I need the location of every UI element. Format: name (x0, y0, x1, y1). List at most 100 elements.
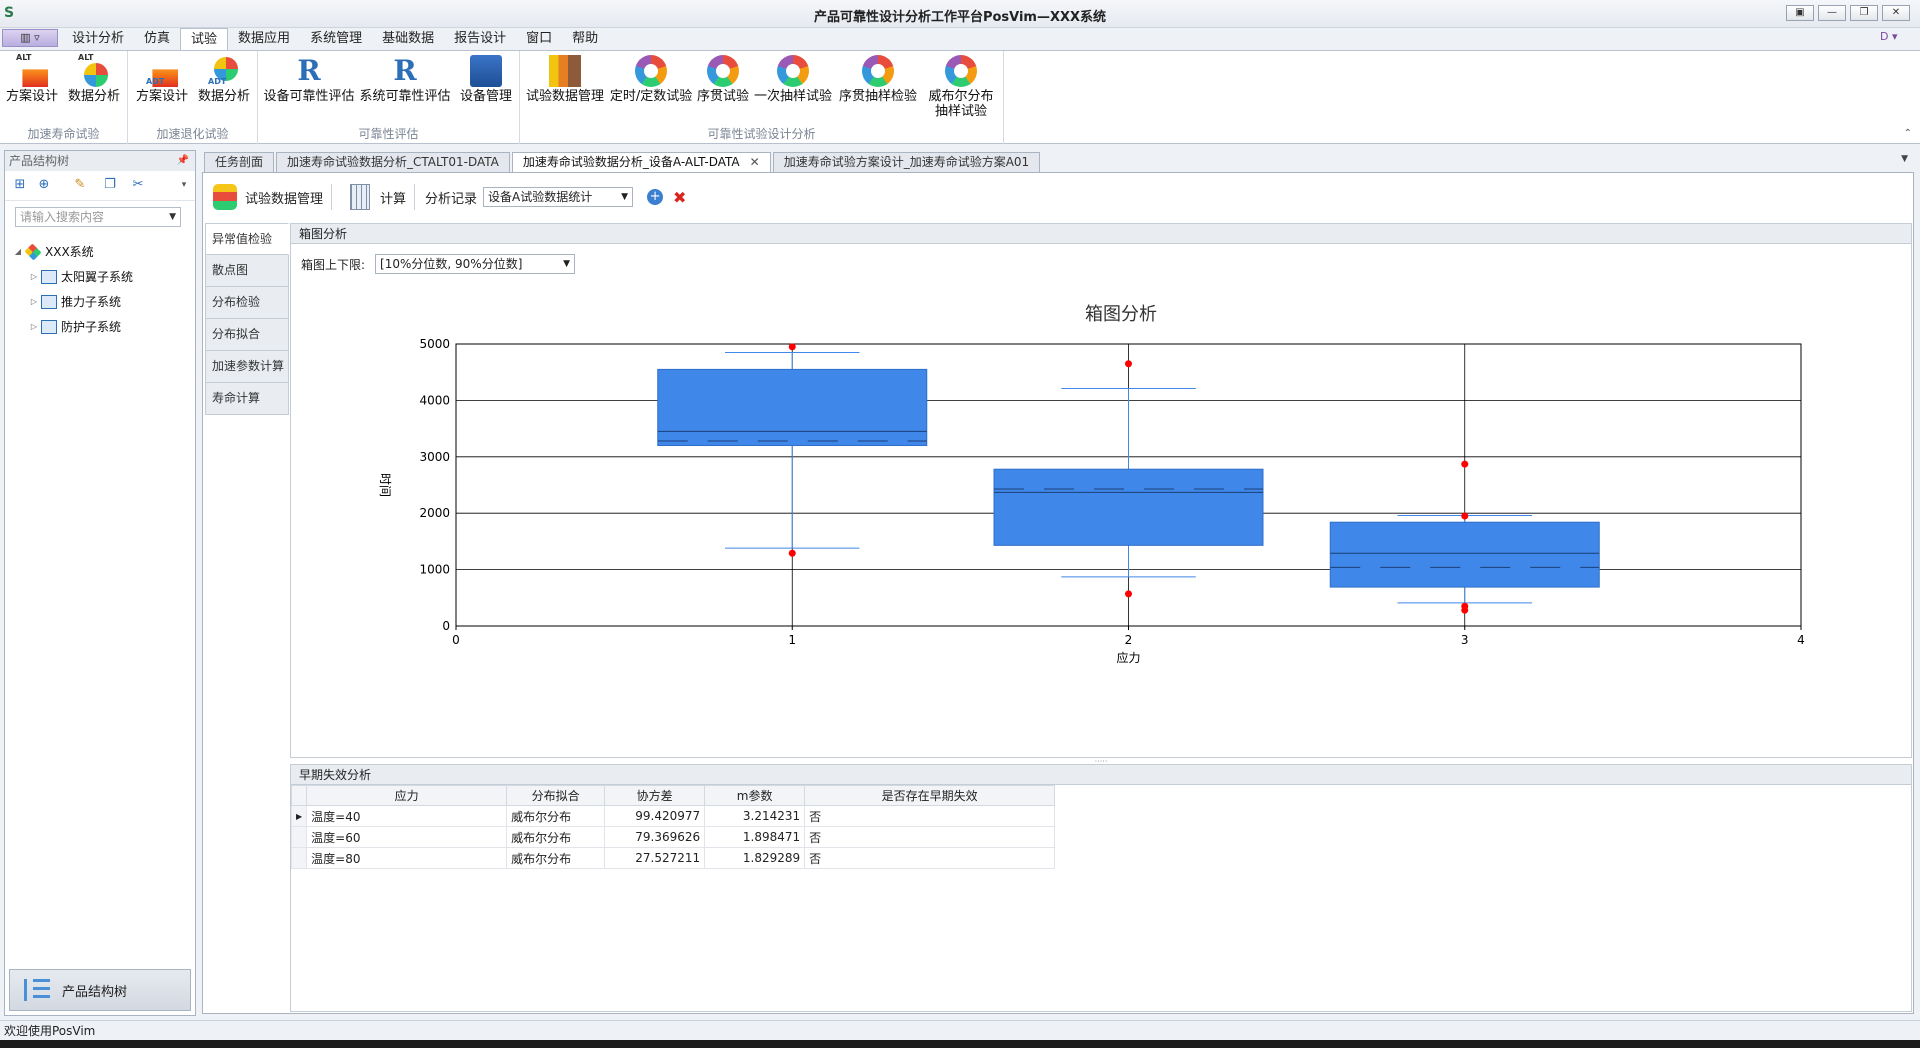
ribbon-group-title: 可靠性评估 (358, 127, 419, 141)
toolbar-separator (331, 184, 333, 210)
tree-node-root[interactable]: ◢ XXX系统 (11, 239, 133, 264)
y-tick-label: 1000 (419, 563, 450, 577)
menu-tab-design-analysis[interactable]: 设计分析 (62, 28, 134, 50)
tree-search-input[interactable]: 请输入搜索内容 ▼ (15, 207, 181, 227)
tab-mission-profile[interactable]: 任务剖面 (204, 152, 275, 172)
product-structure-tree-button[interactable]: 产品结构树 (9, 969, 191, 1011)
vtab-scatter-plot[interactable]: 散点图 (205, 255, 289, 287)
copy-icon[interactable]: ❐ (101, 177, 119, 193)
collapse-arrow-icon[interactable]: ◢ (11, 247, 25, 256)
outlier-point (1461, 512, 1469, 520)
device-management-button[interactable]: 设备管理 (458, 53, 514, 104)
menu-tab-simulation[interactable]: 仿真 (134, 28, 180, 50)
menu-tab-system-management[interactable]: 系统管理 (300, 28, 372, 50)
sequential-sampling-inspection-button[interactable]: 序贯抽样检验 (838, 53, 918, 104)
ribbon-collapse-icon[interactable]: ⌃ (1904, 128, 1912, 139)
expand-arrow-icon[interactable]: ▷ (27, 297, 41, 306)
chevron-down-icon[interactable]: ▼ (169, 208, 176, 226)
edit-icon[interactable]: ✎ (71, 177, 89, 193)
cut-icon[interactable]: ✂ (129, 177, 147, 193)
tab-alt-plan-a01[interactable]: 加速寿命试验方案设计_加速寿命试验方案A01 (772, 152, 1041, 172)
add-record-icon[interactable]: + (647, 189, 664, 205)
panel-title: 产品结构树 (9, 154, 70, 168)
weibull-sampling-test-button[interactable]: 威布尔分布 抽样试验 (924, 53, 998, 119)
product-tree: ◢ XXX系统 ▷ 太阳翼子系统 ▷ 推力子系统 ▷ 防护子系统 (11, 239, 133, 339)
chevron-down-icon: ▼ (621, 192, 629, 202)
single-sampling-test-button[interactable]: 一次抽样试验 (754, 53, 832, 104)
x-tick-label: 2 (1125, 633, 1133, 647)
test-data-management-button[interactable]: 试验数据管理 (526, 53, 604, 104)
sequential-test-icon (707, 55, 739, 87)
boxplot-limit-select[interactable]: [10%分位数, 90%分位数] ▼ (375, 254, 576, 274)
close-tab-icon[interactable]: ✕ (750, 155, 760, 169)
ribbon-group-reliability-test-design: 试验数据管理 定时/定数试验 序贯试验 一次抽样试验 序贯抽样检验 威布尔分布 … (520, 51, 1004, 144)
delete-record-icon[interactable]: ✖ (673, 188, 686, 207)
tree-structure-icon (24, 979, 50, 1001)
outlier-point (1461, 606, 1469, 614)
tabs-dropdown-icon[interactable]: ▼ (1901, 154, 1908, 164)
boxplot-panel: 箱图分析 箱图上下限: [10%分位数, 90%分位数] ▼ 箱图分析 0 1000… (290, 223, 1912, 758)
minimize-button[interactable]: — (1818, 5, 1846, 21)
tree-node-solar-wing[interactable]: ▷ 太阳翼子系统 (11, 264, 133, 289)
adt-plan-design-button[interactable]: ADT 方案设计 (134, 53, 190, 104)
vtab-life-calculation[interactable]: 寿命计算 (205, 383, 289, 415)
menu-tab-basic-data[interactable]: 基础数据 (372, 28, 444, 50)
panel-header: 产品结构树 📌 (5, 151, 195, 171)
add-child-icon[interactable]: ⊕ (35, 177, 53, 193)
x-tick-label: 0 (452, 633, 460, 647)
column-header-distribution[interactable]: 分布拟合 (506, 785, 606, 806)
test-data-management-icon (549, 55, 581, 87)
expand-arrow-icon[interactable]: ▷ (27, 272, 41, 281)
alt-chart-icon: ALT (16, 53, 48, 87)
chevron-down-icon: ▼ (563, 259, 571, 269)
menu-tab-data-application[interactable]: 数据应用 (228, 28, 300, 50)
fixed-time-test-icon (635, 55, 667, 87)
sequential-test-button[interactable]: 序贯试验 (696, 53, 750, 104)
tree-toolbar: ⊞ ⊕ ✎ ❐ ✂ ▾ (5, 171, 195, 201)
tab-alt-analysis-device-a[interactable]: 加速寿命试验数据分析_设备A-ALT-DATA ✕ (511, 152, 771, 173)
reliability-r-icon: R (297, 54, 321, 87)
expand-arrow-icon[interactable]: ▷ (27, 322, 41, 331)
tree-node-protection[interactable]: ▷ 防护子系统 (11, 314, 133, 339)
system-reliability-evaluation-button[interactable]: R 系统可靠性评估 (360, 53, 451, 105)
adt-data-analysis-button[interactable]: ADT 数据分析 (194, 53, 254, 104)
calculate-button[interactable]: 计算 (380, 188, 406, 207)
vtab-outlier-test[interactable]: 异常值检验 (205, 223, 289, 255)
column-header-early-failure[interactable]: 是否存在早期失效 (804, 785, 1056, 806)
toolbar-separator (414, 184, 416, 210)
device-reliability-evaluation-button[interactable]: R 设备可靠性评估 (264, 53, 355, 105)
menu-tab-help[interactable]: 帮助 (562, 28, 608, 50)
toolbar-more-icon[interactable]: ▾ (175, 177, 193, 193)
column-header-m-param[interactable]: m参数 (704, 785, 806, 806)
user-avatar[interactable]: D ▾ (1880, 30, 1910, 48)
vtab-acceleration-params[interactable]: 加速参数计算 (205, 351, 289, 383)
table-row[interactable]: 温度=80 威布尔分布 27.527211 1.829289 否 (290, 847, 1056, 869)
vtab-distribution-fit[interactable]: 分布拟合 (205, 319, 289, 351)
close-button[interactable]: ✕ (1882, 5, 1910, 21)
document-area: 试验数据管理 计算 分析记录 设备A试验数据统计 ▼ + ✖ 异常值检验 散点图… (202, 172, 1914, 1014)
add-node-icon[interactable]: ⊞ (11, 177, 29, 193)
fixed-time-test-button[interactable]: 定时/定数试验 (610, 53, 692, 104)
app-menu-button[interactable]: ▥ ▿ (2, 29, 58, 47)
chart-title: 箱图分析 (1085, 304, 1157, 325)
column-header-stress[interactable]: 应力 (306, 785, 508, 806)
table-row[interactable]: ▶ 温度=40 威布尔分布 99.420977 3.214231 否 (290, 805, 1056, 827)
menu-tab-test[interactable]: 试验 (180, 28, 229, 50)
table-row[interactable]: 温度=60 威布尔分布 79.369626 1.898471 否 (290, 826, 1056, 848)
system-icon (24, 243, 42, 260)
tab-alt-analysis-ctalt01[interactable]: 加速寿命试验数据分析_CTALT01-DATA (276, 152, 510, 172)
pin-icon[interactable]: 📌 (177, 151, 189, 171)
menu-tab-window[interactable]: 窗口 (516, 28, 562, 50)
analysis-record-select[interactable]: 设备A试验数据统计 ▼ (483, 187, 634, 207)
menu-tab-report-design[interactable]: 报告设计 (444, 28, 516, 50)
vtab-distribution-test[interactable]: 分布检验 (205, 287, 289, 319)
alt-plan-design-button[interactable]: ALT 方案设计 (4, 53, 60, 104)
alt-data-analysis-button[interactable]: ALT 数据分析 (64, 53, 124, 104)
column-header-covariance[interactable]: 协方差 (604, 785, 706, 806)
test-data-management-link[interactable]: 试验数据管理 (245, 188, 323, 207)
fullscreen-button[interactable]: ▣ (1786, 5, 1814, 21)
tree-node-thrust[interactable]: ▷ 推力子系统 (11, 289, 133, 314)
restore-button[interactable]: ❐ (1850, 5, 1878, 21)
alt-analysis-icon: ALT (78, 53, 110, 87)
outlier-point (1125, 360, 1132, 368)
